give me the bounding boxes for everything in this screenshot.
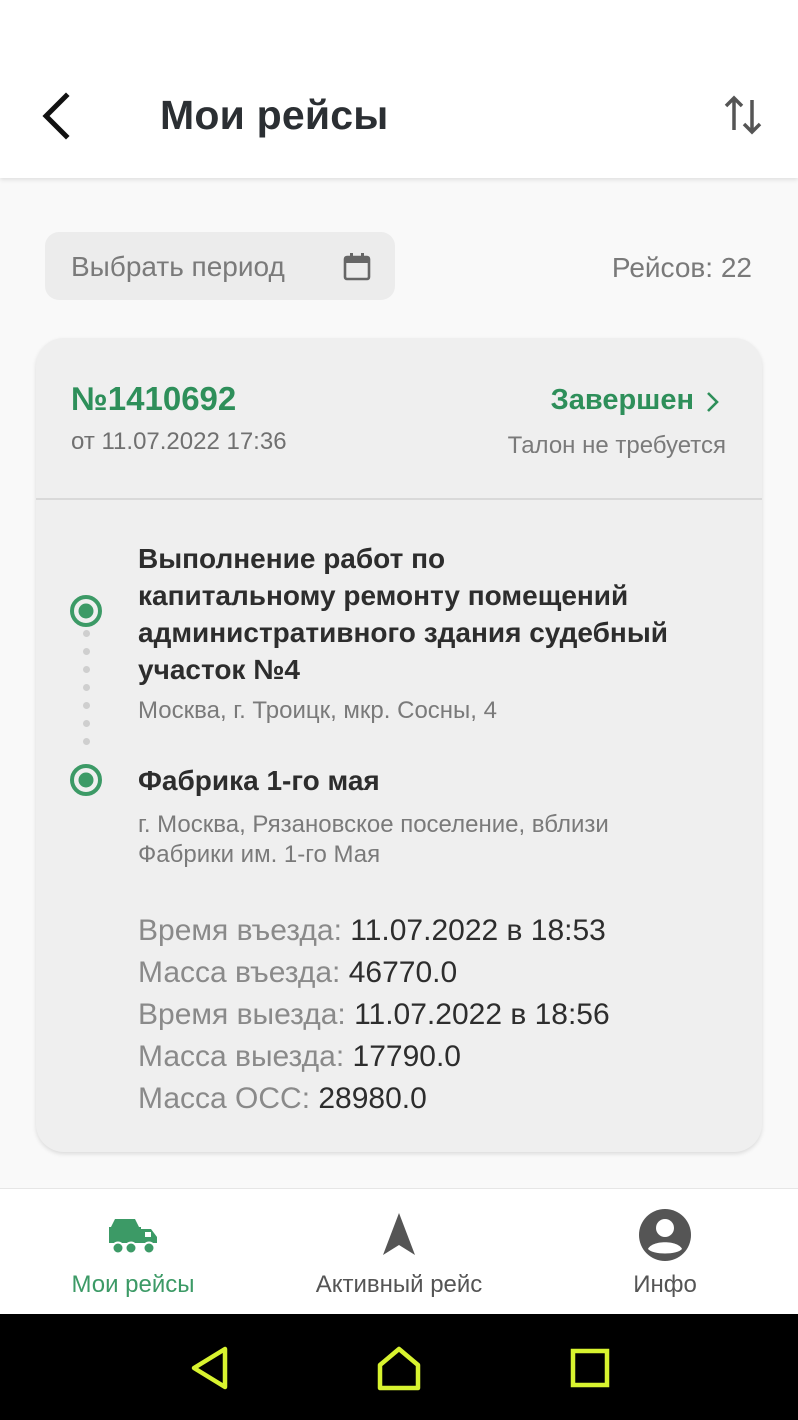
nav-info[interactable]: Инфо — [532, 1189, 798, 1315]
chevron-right-icon — [707, 392, 719, 412]
stat-exit-time: Время выезда: 11.07.2022 в 18:56 — [138, 994, 610, 1036]
sort-arrows-icon — [724, 95, 762, 135]
origin-title-line: капитальному ремонту помещений — [138, 580, 629, 611]
stat-value: 17790.0 — [352, 1040, 461, 1073]
trip-date: от 11.07.2022 17:36 — [71, 428, 287, 455]
period-picker-label: Выбрать период — [71, 251, 285, 282]
back-triangle-icon — [191, 1346, 228, 1390]
stat-label: Масса ОСС: — [138, 1082, 311, 1115]
stat-label: Время выезда: — [138, 998, 346, 1031]
nav-my-trips[interactable]: Мои рейсы — [0, 1189, 266, 1315]
origin-title: Выполнение работ по капитальному ремонту… — [138, 540, 668, 688]
stat-oss-mass: Масса ОСС: 28980.0 — [138, 1078, 610, 1120]
origin-address: Москва, г. Троицк, мкр. Сосны, 4 — [138, 697, 497, 724]
stat-label: Масса выезда: — [138, 1040, 345, 1073]
stat-value: 11.07.2022 в 18:56 — [354, 998, 610, 1031]
ticket-status: Талон не требуется — [507, 432, 726, 459]
page-title: Мои рейсы — [160, 92, 389, 138]
trip-status-link[interactable]: Завершен — [551, 384, 694, 417]
system-home-button[interactable] — [374, 1343, 424, 1393]
app-bar: Мои рейсы — [0, 0, 798, 178]
back-arrow-icon — [42, 92, 70, 140]
origin-point-icon — [70, 595, 102, 627]
home-icon — [377, 1346, 421, 1391]
calendar-icon — [343, 253, 371, 281]
nav-active-trip[interactable]: Активный рейс — [266, 1189, 532, 1315]
system-recents-button[interactable] — [565, 1343, 615, 1393]
stat-label: Масса въезда: — [138, 956, 341, 989]
truck-icon — [109, 1219, 157, 1255]
bottom-navigation: Мои рейсы Активный рейс Инфо — [0, 1188, 798, 1315]
destination-title: Фабрика 1-го мая — [138, 765, 380, 796]
stat-label: Время въезда: — [138, 914, 342, 947]
nav-active-trip-label: Активный рейс — [315, 1271, 483, 1298]
stat-entry-time: Время въезда: 11.07.2022 в 18:53 — [138, 910, 610, 952]
origin-title-line: Выполнение работ по — [138, 543, 446, 574]
destination-address-line: Фабрики им. 1-го Мая — [138, 841, 381, 868]
account-icon — [639, 1209, 691, 1261]
destination-address: г. Москва, Рязановское поселение, вблизи… — [138, 810, 609, 870]
stat-exit-mass: Масса выезда: 17790.0 — [138, 1036, 610, 1078]
trip-stats: Время въезда: 11.07.2022 в 18:53 Масса в… — [138, 910, 610, 1120]
system-back-button[interactable] — [186, 1343, 236, 1393]
route-connector — [82, 630, 90, 756]
trip-status-label: Завершен — [550, 384, 694, 416]
nav-my-trips-label: Мои рейсы — [71, 1271, 195, 1298]
destination-address-line: г. Москва, Рязановское поселение, вблизи — [138, 811, 609, 838]
stat-entry-mass: Масса въезда: 46770.0 — [138, 952, 610, 994]
period-picker-button[interactable]: Выбрать период — [45, 232, 395, 300]
origin-title-line: административного здания судебный — [138, 617, 668, 648]
recents-square-icon — [570, 1348, 610, 1388]
stat-value: 46770.0 — [348, 956, 458, 989]
navigation-arrow-icon — [383, 1213, 415, 1255]
stat-value: 28980.0 — [318, 1082, 427, 1115]
stat-value: 11.07.2022 в 18:53 — [350, 914, 606, 947]
nav-info-label: Инфо — [633, 1271, 697, 1298]
card-divider — [36, 498, 762, 500]
sort-button[interactable] — [718, 90, 770, 142]
destination-point-icon — [70, 764, 102, 796]
origin-title-line: участок №4 — [138, 654, 300, 685]
trips-count: Рейсов: 22 — [611, 252, 752, 283]
back-button[interactable] — [30, 88, 86, 144]
trip-number: №1410692 — [71, 380, 237, 417]
